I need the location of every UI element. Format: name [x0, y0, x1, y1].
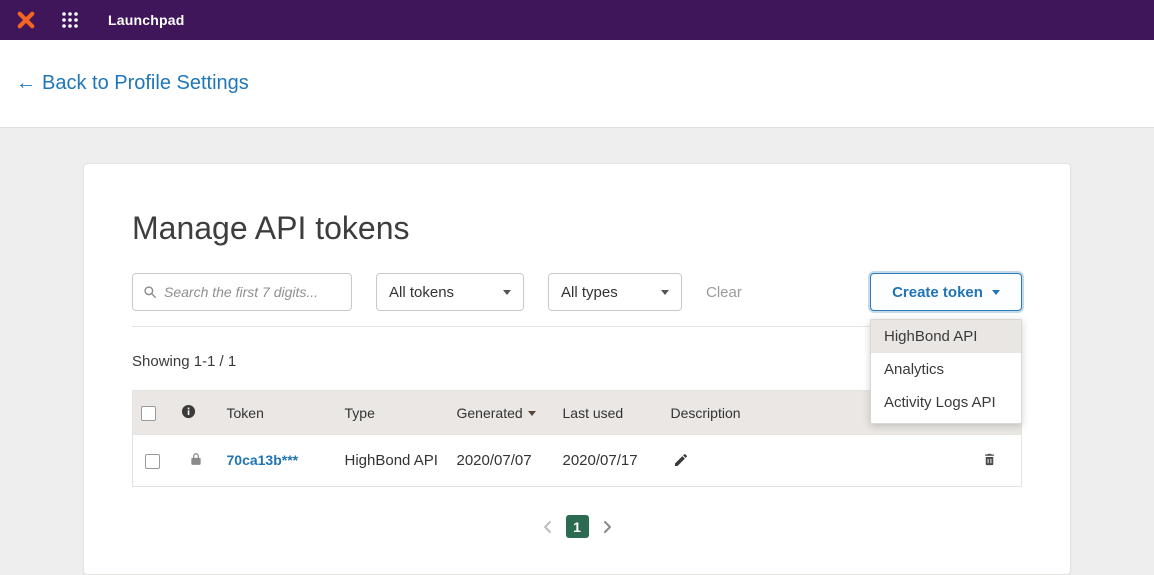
chevron-down-icon: [661, 290, 669, 295]
token-generated-cell: 2020/07/07: [449, 435, 555, 487]
back-link-label: Back to Profile Settings: [42, 72, 249, 94]
clear-filters-button[interactable]: Clear: [706, 284, 742, 301]
menu-item-analytics[interactable]: Analytics: [871, 353, 1021, 386]
chevron-down-icon: [503, 290, 511, 295]
create-token-button[interactable]: Create token: [870, 273, 1022, 311]
info-icon: [181, 404, 196, 419]
previous-page-button[interactable]: [540, 518, 554, 536]
select-all-checkbox[interactable]: [141, 406, 156, 421]
menu-item-highbond-api[interactable]: HighBond API: [871, 320, 1021, 353]
search-icon: [143, 285, 157, 299]
chevron-down-icon: [992, 290, 1000, 295]
edit-description-button[interactable]: [671, 450, 691, 470]
token-type-cell: HighBond API: [337, 435, 449, 487]
token-table-row: 70ca13b*** HighBond API 2020/07/07 2020/…: [133, 435, 1022, 487]
filter-toolbar: All tokens All types Clear Create token …: [132, 273, 1022, 311]
token-last-used-cell: 2020/07/17: [555, 435, 663, 487]
all-types-filter-select[interactable]: All types: [548, 273, 682, 311]
column-header-token: Token: [219, 391, 337, 435]
current-page-indicator[interactable]: 1: [566, 515, 589, 538]
create-token-button-label: Create token: [892, 284, 983, 301]
all-types-filter-value: All types: [561, 284, 618, 301]
chevron-left-icon: [542, 520, 552, 534]
back-arrow-icon: ←: [16, 72, 36, 94]
column-header-generated[interactable]: Generated: [449, 391, 555, 435]
delete-token-button[interactable]: [980, 449, 999, 470]
all-tokens-filter-value: All tokens: [389, 284, 454, 301]
app-title: Launchpad: [108, 12, 184, 28]
all-tokens-filter-select[interactable]: All tokens: [376, 273, 524, 311]
back-to-profile-settings-link[interactable]: ← Back to Profile Settings: [16, 72, 249, 95]
token-id-link[interactable]: 70ca13b***: [227, 452, 299, 468]
column-header-generated-label: Generated: [457, 405, 523, 421]
manage-tokens-card: Manage API tokens All tokens All types C…: [83, 163, 1071, 575]
topbar: Launchpad: [0, 0, 1154, 40]
lock-icon: [189, 451, 203, 467]
sort-desc-icon: [528, 411, 536, 416]
page-content: Manage API tokens All tokens All types C…: [0, 128, 1154, 575]
search-input[interactable]: [164, 284, 341, 300]
back-bar: ← Back to Profile Settings: [0, 40, 1154, 128]
pagination: 1: [132, 515, 1022, 538]
create-token-menu: HighBond API Analytics Activity Logs API: [870, 319, 1022, 424]
row-checkbox[interactable]: [145, 454, 160, 469]
next-page-button[interactable]: [601, 518, 615, 536]
menu-item-activity-logs-api[interactable]: Activity Logs API: [871, 386, 1021, 419]
token-search: [132, 273, 352, 311]
chevron-right-icon: [603, 520, 613, 534]
app-switcher-grid-icon[interactable]: [60, 10, 80, 30]
trash-icon: [982, 451, 997, 468]
brand-logo-icon[interactable]: [14, 8, 38, 32]
column-header-type: Type: [337, 391, 449, 435]
column-header-last-used: Last used: [555, 391, 663, 435]
create-token-dropdown: Create token HighBond API Analytics Acti…: [870, 273, 1022, 311]
page-title: Manage API tokens: [132, 210, 1022, 247]
pencil-icon: [673, 452, 689, 468]
